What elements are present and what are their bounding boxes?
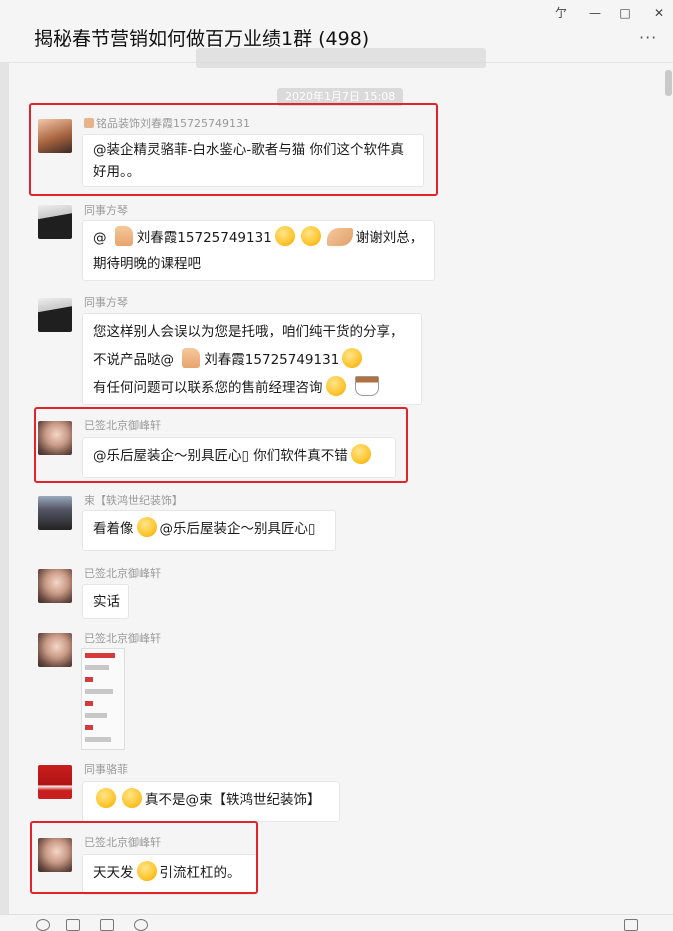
more-options-button[interactable]: ··· <box>639 28 657 47</box>
screenshot-icon[interactable] <box>100 919 114 931</box>
system-notice <box>196 48 486 68</box>
sender-name: 同事方琴 <box>84 204 128 217</box>
message-bubble[interactable]: @ 刘春霞15725749131 谢谢刘总， 期待明晚的课程吧 <box>82 220 435 281</box>
highlight-box <box>30 821 258 894</box>
chat-title: 揭秘春节营销如何做百万业绩1群 (498) <box>34 28 370 50</box>
thinking-emoji-icon <box>136 517 157 537</box>
message-bubble[interactable]: 您这样别人会误以为您是托哦，咱们纯干货的分享， 不说产品哒@ 刘春霞157257… <box>82 313 422 405</box>
folder-icon[interactable] <box>66 919 80 931</box>
coffee-icon <box>354 376 379 396</box>
smile-emoji-icon <box>325 376 346 396</box>
message-bubble[interactable]: 真不是@束【轶鸿世纪装饰】 <box>82 781 340 822</box>
sender-name: 束【轶鸿世纪装饰】 <box>84 494 183 507</box>
sender-name: 已签北京御峰轩 <box>84 567 161 580</box>
video-call-icon[interactable] <box>624 919 638 931</box>
pin-button[interactable]: 亇 <box>549 4 573 22</box>
sender-name: 同事方琴 <box>84 296 128 309</box>
avatar[interactable] <box>38 765 72 799</box>
image-message[interactable] <box>81 648 125 750</box>
grin-emoji-icon <box>300 226 321 246</box>
sender-name: 已签北京御峰轩 <box>84 632 161 645</box>
avatar[interactable] <box>38 496 72 530</box>
sender-name: 同事骆菲 <box>84 763 128 776</box>
chat-history-icon[interactable] <box>134 919 148 931</box>
laugh-cry-emoji-icon <box>122 788 142 808</box>
message-bubble[interactable]: 看着像 @乐后屋装企～别具匠心▯ <box>82 510 336 551</box>
highlight-box <box>29 103 438 196</box>
avatar[interactable] <box>38 205 72 239</box>
avatar[interactable] <box>38 569 72 603</box>
scrollbar-thumb[interactable] <box>665 70 672 96</box>
minimize-button[interactable]: — <box>583 4 607 22</box>
emoji-icon[interactable] <box>36 919 50 931</box>
close-button[interactable]: ✕ <box>647 4 671 22</box>
sidebar-edge <box>0 62 9 928</box>
grin-emoji-icon <box>274 226 295 246</box>
avatar[interactable] <box>38 633 72 667</box>
message-bubble[interactable]: 实话 <box>82 584 129 619</box>
laugh-cry-emoji-icon <box>96 788 116 808</box>
avatar[interactable] <box>38 298 72 332</box>
maximize-button[interactable]: □ <box>613 4 637 22</box>
smile-emoji-icon <box>342 348 363 368</box>
thumbs-up-icon <box>182 348 201 368</box>
thumbs-up-icon <box>114 226 133 246</box>
clap-icon <box>326 228 353 246</box>
highlight-box <box>34 407 408 483</box>
